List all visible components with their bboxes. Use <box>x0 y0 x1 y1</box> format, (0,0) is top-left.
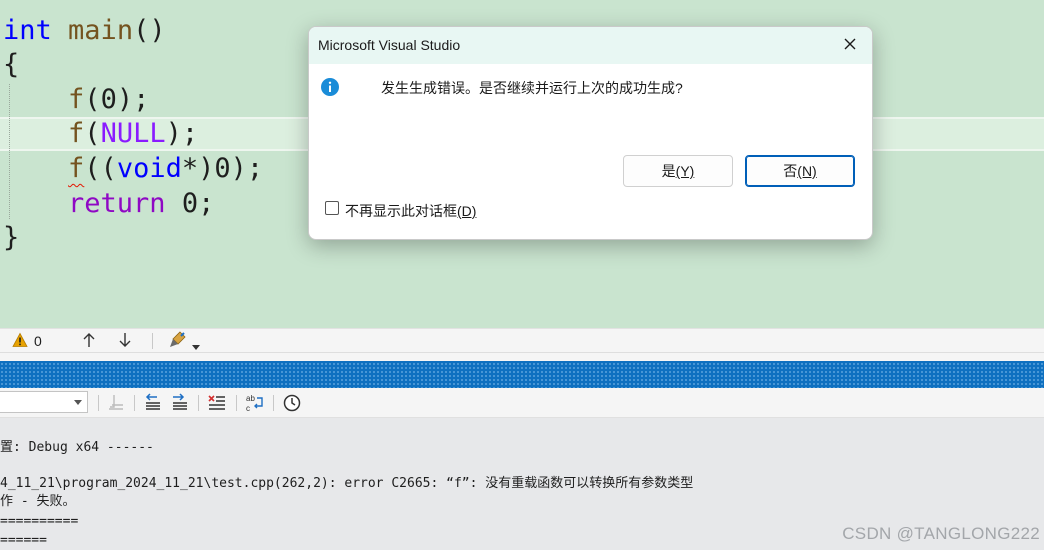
dialog-titlebar[interactable]: Microsoft Visual Studio <box>309 27 872 64</box>
function-name: f <box>68 84 85 115</box>
macro-name: NULL <box>100 118 166 149</box>
keyword: void <box>116 153 182 184</box>
code-number: 0 <box>100 84 117 115</box>
output-toolbar: ab c <box>0 388 1044 418</box>
clean-brush-icon[interactable] <box>168 331 188 352</box>
code-line-7[interactable]: } <box>3 221 19 255</box>
code-punct: (( <box>84 153 117 184</box>
close-button[interactable] <box>837 33 863 57</box>
toolbar-separator <box>98 395 99 411</box>
toolbar-separator <box>273 395 274 411</box>
dont-show-again-label[interactable]: 不再显示此对话框(D) <box>345 201 476 221</box>
function-name-error: f <box>68 153 85 184</box>
no-button[interactable]: 否(N) <box>745 155 855 187</box>
code-punct: ( <box>84 84 101 115</box>
code-line-1[interactable]: int main() <box>3 14 166 48</box>
code-punct: () <box>133 15 166 46</box>
code-punct: ); <box>116 84 150 115</box>
yes-button[interactable]: 是(Y) <box>623 155 733 187</box>
code-line-3[interactable]: f(0); <box>3 83 149 117</box>
arrow-up-icon[interactable] <box>82 332 96 351</box>
output-line: ========== <box>0 514 79 529</box>
arrow-down-icon[interactable] <box>118 332 132 351</box>
checkbox-accesskey: (D) <box>457 203 477 219</box>
warning-icon[interactable] <box>12 332 28 351</box>
svg-text:ab: ab <box>246 394 255 403</box>
code-punct: ); <box>165 118 199 149</box>
dialog-message: 发生生成错误。是否继续并运行上次的成功生成? <box>381 80 683 96</box>
toolbar-separator <box>198 395 199 411</box>
output-panel-titlebar[interactable] <box>0 361 1044 388</box>
watermark: CSDN @TANGLONG222 <box>842 524 1040 543</box>
function-name: f <box>68 118 85 149</box>
function-name: main <box>68 15 134 46</box>
toolbar-separator <box>236 395 237 411</box>
word-wrap-icon[interactable]: ab c <box>245 393 265 413</box>
previous-message-icon[interactable] <box>143 393 163 413</box>
code-punct: *)0); <box>181 153 264 184</box>
code-line-2[interactable]: { <box>3 48 19 82</box>
no-label: 否 <box>783 163 798 179</box>
svg-text:c: c <box>246 404 250 413</box>
chevron-down-icon[interactable] <box>74 400 82 405</box>
toolbar-separator <box>134 395 135 411</box>
error-list-toolbar: 0 <box>0 328 1044 353</box>
go-to-message-icon[interactable] <box>106 393 126 413</box>
code-punct: 0; <box>165 188 215 219</box>
clear-all-icon[interactable] <box>207 393 227 413</box>
dont-show-again-checkbox[interactable] <box>325 201 339 215</box>
output-text-area[interactable]: 置: Debug x64 ------ 4_11_21\program_2024… <box>0 418 1044 550</box>
output-line: 置: Debug x64 ------ <box>0 440 154 455</box>
clock-icon[interactable] <box>282 393 302 413</box>
code-line-5[interactable]: f((void*)0); <box>3 152 263 186</box>
yes-label: 是 <box>661 163 676 179</box>
dropdown-arrow-icon[interactable] <box>192 338 200 354</box>
output-line: 作 - 失败。 <box>0 494 76 509</box>
warning-count: 0 <box>34 333 42 349</box>
close-icon <box>844 38 856 50</box>
output-line: 4_11_21\program_2024_11_21\test.cpp(262,… <box>0 476 694 491</box>
info-icon <box>320 77 340 97</box>
keyword-return: return <box>68 188 166 219</box>
code-line-6[interactable]: return 0; <box>3 187 214 221</box>
yes-accesskey: (Y) <box>675 163 695 179</box>
code-line-4[interactable]: f(NULL); <box>3 117 198 151</box>
message-dialog: Microsoft Visual Studio 发生生成错误。是否继续并运行上次… <box>308 26 873 240</box>
panel-gap <box>0 353 1044 361</box>
output-source-select[interactable] <box>0 391 88 413</box>
keyword: int <box>3 15 52 46</box>
next-message-icon[interactable] <box>170 393 190 413</box>
checkbox-text: 不再显示此对话框 <box>345 203 457 219</box>
dialog-title: Microsoft Visual Studio <box>318 37 461 53</box>
toolbar-separator <box>152 333 153 349</box>
no-accesskey: (N) <box>797 163 817 179</box>
output-line: ====== <box>0 533 47 548</box>
code-punct: ( <box>84 118 101 149</box>
